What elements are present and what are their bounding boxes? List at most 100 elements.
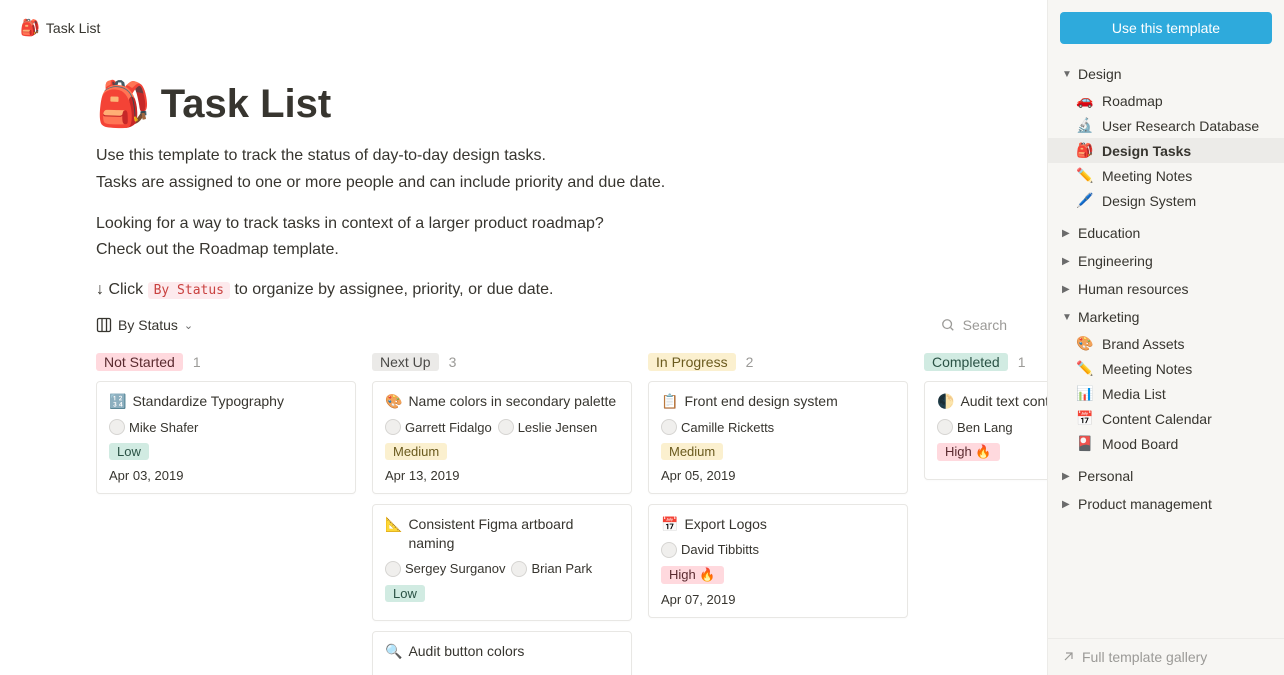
sidebar-section-header[interactable]: ▶Human resources: [1048, 275, 1284, 303]
caret-right-icon: ▶: [1062, 471, 1072, 482]
column-count: 1: [1018, 354, 1026, 370]
sidebar-item[interactable]: 📊Media List: [1048, 381, 1284, 406]
status-tag[interactable]: Completed: [924, 353, 1008, 371]
avatar: [511, 561, 527, 577]
sidebar-item-icon: 🚗: [1076, 92, 1094, 109]
card-assignees: David Tibbitts: [661, 542, 895, 558]
sidebar-item[interactable]: 📅Content Calendar: [1048, 406, 1284, 431]
sidebar-item[interactable]: 🔬 User Research Database: [1048, 113, 1284, 138]
card-title-text: Audit text contrast accessibility: [960, 392, 1047, 411]
sidebar: Use this template ▼Design🚗Roadmap 🔬 User R…: [1047, 0, 1284, 675]
sidebar-section-label: Engineering: [1078, 253, 1153, 269]
task-card[interactable]: 📋Front end design system Camille Ricketts…: [648, 381, 908, 494]
sidebar-section: ▶ Engineering: [1048, 247, 1284, 275]
sidebar-item-label: Brand Assets: [1102, 336, 1185, 352]
task-card[interactable]: 🔢Standardize TypographyMike ShaferLowApr…: [96, 381, 356, 494]
sidebar-section-label: Education: [1078, 225, 1140, 241]
sidebar-item-icon: 📊: [1076, 385, 1094, 402]
sidebar-section-header[interactable]: ▶ Engineering: [1048, 247, 1284, 275]
due-date: Apr 03, 2019: [109, 468, 343, 483]
caret-right-icon: ▶: [1062, 499, 1072, 510]
search[interactable]: Search: [941, 317, 1007, 333]
card-title: 📋Front end design system: [661, 392, 895, 411]
due-date: Apr 05, 2019: [661, 468, 895, 483]
card-assignees: Garrett FidalgoLeslie Jensen: [385, 419, 619, 435]
card-title-text: Export Logos: [684, 515, 767, 534]
hint-code: By Status: [148, 282, 230, 299]
card-assignees: Camille Ricketts: [661, 419, 895, 435]
priority-badge: Medium: [661, 443, 723, 460]
sidebar-section-header[interactable]: ▶Personal: [1048, 462, 1284, 490]
status-tag[interactable]: Not Started: [96, 353, 183, 371]
sidebar-item-icon: ✏️: [1076, 360, 1094, 377]
sidebar-item[interactable]: ✏️Meeting Notes: [1048, 163, 1284, 188]
status-tag[interactable]: Next Up: [372, 353, 439, 371]
card-emoji: 🎨: [385, 392, 402, 411]
desc-line-4: Check out the Roadmap template.: [96, 238, 1047, 263]
sidebar-section-children: 🚗Roadmap 🔬 User Research Database 🎒Design T…: [1048, 88, 1284, 219]
sidebar-item[interactable]: ✏️ Meeting Notes: [1048, 356, 1284, 381]
assignee-name: Garrett Fidalgo: [405, 420, 492, 435]
sidebar-item[interactable]: 🎒Design Tasks: [1048, 138, 1284, 163]
card-title-text: Audit button colors: [408, 642, 524, 661]
sidebar-item-label: User Research Database: [1102, 118, 1259, 134]
sidebar-footer[interactable]: Full template gallery: [1048, 638, 1284, 675]
caret-right-icon: ▶: [1062, 256, 1072, 267]
desc-line-3: Looking for a way to track tasks in cont…: [96, 212, 1047, 237]
card-title-text: Consistent Figma artboard naming: [408, 515, 619, 553]
status-tag[interactable]: In Progress: [648, 353, 736, 371]
avatar: [498, 419, 514, 435]
card-emoji: 🔢: [109, 392, 126, 411]
view-switcher[interactable]: By Status ⌄: [96, 317, 193, 333]
sidebar-item-label: Meeting Notes: [1102, 361, 1192, 377]
sidebar-section-label: Human resources: [1078, 281, 1189, 297]
task-card[interactable]: 📐 Consistent Figma artboard naming Sergey …: [372, 504, 632, 621]
task-card[interactable]: 🎨Name colors in secondary paletteGarrett…: [372, 381, 632, 494]
card-emoji: 📐: [385, 515, 402, 534]
kanban-board: Not Started1🔢Standardize TypographyMike …: [96, 353, 1047, 675]
sidebar-section: ▶Personal: [1048, 462, 1284, 490]
sidebar-item-icon: 🎨: [1076, 335, 1094, 352]
task-card[interactable]: 🌓Audit text contrast accessibilityBen La…: [924, 381, 1047, 480]
sidebar-section-header[interactable]: ▼Marketing: [1048, 303, 1284, 331]
task-card[interactable]: 📅Export LogosDavid TibbittsHigh 🔥Apr 07,…: [648, 504, 908, 618]
chevron-down-icon: ⌄: [184, 319, 193, 332]
assignee: Garrett Fidalgo: [385, 419, 492, 435]
assignee-name: Brian Park: [531, 561, 592, 576]
sidebar-item[interactable]: 🚗Roadmap: [1048, 88, 1284, 113]
card-title-text: Front end design system: [684, 392, 837, 411]
sidebar-item-label: Mood Board: [1102, 436, 1178, 452]
sidebar-section-label: Marketing: [1078, 309, 1139, 325]
sidebar-item[interactable]: 🖊️Design System: [1048, 188, 1284, 213]
assignee: David Tibbitts: [661, 542, 759, 558]
card-assignees: Ben Lang: [937, 419, 1047, 435]
assignee: Camille Ricketts: [661, 419, 774, 435]
assignee-name: Mike Shafer: [129, 420, 198, 435]
due-date: Apr 07, 2019: [661, 592, 895, 607]
card-title: 🔢Standardize Typography: [109, 392, 343, 411]
avatar: [385, 561, 401, 577]
column-header: Not Started1: [96, 353, 356, 371]
use-template-button[interactable]: Use this template: [1060, 12, 1272, 44]
sidebar-section-header[interactable]: ▶Product management: [1048, 490, 1284, 518]
sidebar-item-icon: 🔬: [1076, 117, 1094, 134]
priority-badge: Low: [385, 585, 425, 602]
sidebar-item-label: Content Calendar: [1102, 411, 1212, 427]
task-card[interactable]: 🔍Audit button colors: [372, 631, 632, 675]
sidebar-item-label: Design System: [1102, 193, 1196, 209]
priority-badge: High 🔥: [937, 443, 1000, 461]
click-hint: ↓ Click By Status to organize by assigne…: [96, 281, 1047, 299]
assignee-name: David Tibbitts: [681, 542, 759, 557]
card-emoji: 📅: [661, 515, 678, 534]
assignee-name: Sergey Surganov: [405, 561, 505, 576]
external-link-icon: [1062, 651, 1074, 663]
sidebar-section: ▶Education: [1048, 219, 1284, 247]
sidebar-item[interactable]: 🎴Mood Board: [1048, 431, 1284, 456]
sidebar-section-header[interactable]: ▶Education: [1048, 219, 1284, 247]
page-title: Task List: [161, 82, 331, 127]
sidebar-item[interactable]: 🎨 Brand Assets: [1048, 331, 1284, 356]
breadcrumb[interactable]: 🎒 Task List: [20, 18, 1047, 38]
sidebar-section-header[interactable]: ▼Design: [1048, 60, 1284, 88]
assignee-name: Ben Lang: [957, 420, 1013, 435]
desc-line-2: Tasks are assigned to one or more people…: [96, 171, 1047, 196]
